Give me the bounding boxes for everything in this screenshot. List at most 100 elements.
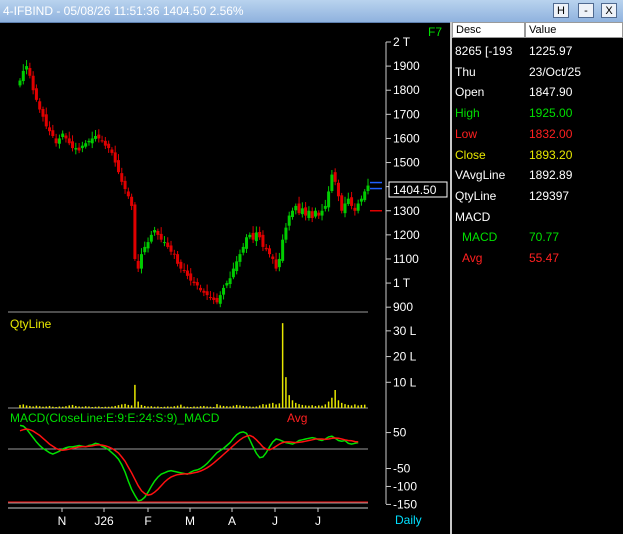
- panel-row: Open 1847.90: [452, 85, 623, 105]
- candle-body: [34, 88, 38, 100]
- candle-body: [238, 254, 242, 262]
- panel-row: Thu 23/Oct/25: [452, 65, 623, 85]
- x-tick-label: F: [144, 514, 151, 528]
- candle-body: [116, 160, 120, 173]
- candle-body: [179, 261, 183, 269]
- candle-body: [57, 138, 61, 144]
- y-tick-label: -50: [393, 461, 411, 475]
- panel-row-desc: 8265 [-193: [455, 44, 513, 58]
- title-bar[interactable]: 4-IFBIND - 05/08/26 11:51:36 1404.50 2.5…: [0, 0, 623, 23]
- y-tick-label: 1900: [393, 59, 420, 73]
- candle-body: [166, 242, 170, 247]
- candle-body: [336, 182, 340, 197]
- chart-area[interactable]: 2 T1900180017001600150014001300120011001…: [0, 22, 450, 534]
- candle-body: [136, 260, 140, 269]
- candle-body: [340, 195, 344, 211]
- panel-row-desc: Open: [455, 85, 485, 100]
- candle-body: [290, 210, 294, 218]
- value-column-header[interactable]: Value: [525, 22, 623, 38]
- panel-row: MACD 70.77: [452, 230, 623, 250]
- desc-column-header[interactable]: Desc: [452, 22, 525, 38]
- candle-body: [110, 149, 114, 153]
- panel-row-desc: Thu: [455, 64, 476, 79]
- candle-body: [327, 191, 331, 208]
- minimize-button[interactable]: -: [578, 3, 594, 18]
- panel-row-desc: Avg: [462, 251, 483, 265]
- panel-row-desc: Low: [455, 126, 478, 141]
- candle-body: [100, 140, 104, 142]
- panel-row: High 1925.00: [452, 106, 623, 126]
- candle-body: [64, 135, 68, 139]
- candle-body: [185, 270, 189, 276]
- candle-body: [274, 259, 278, 269]
- panel-header: Desc Value: [452, 22, 623, 39]
- panel-row-value: 1832.00: [529, 126, 573, 141]
- last-price-label: 1404.50: [393, 183, 437, 197]
- panel-row: Avg 55.47: [452, 251, 623, 271]
- candle-body: [172, 253, 176, 255]
- candle-body: [277, 258, 281, 268]
- candle-body: [320, 210, 324, 216]
- candle-body: [264, 247, 268, 250]
- x-tick-label: N: [58, 514, 67, 528]
- y-tick-label: 900: [393, 300, 413, 314]
- close-button[interactable]: X: [601, 3, 617, 18]
- candle-body: [310, 211, 314, 218]
- candle-body: [87, 140, 91, 143]
- candle-body: [38, 101, 42, 110]
- y-tick-label: 30 L: [393, 324, 417, 338]
- help-button[interactable]: H: [553, 3, 569, 18]
- candle-body: [258, 231, 262, 238]
- panel-row: VAvgLine 1892.89: [452, 168, 623, 188]
- panel-row: MACD: [452, 210, 623, 230]
- panel-row-desc: High: [455, 106, 480, 121]
- candle-body: [123, 180, 127, 190]
- candle-body: [94, 136, 98, 139]
- candle-body: [195, 282, 199, 286]
- candle-body: [80, 145, 84, 149]
- candle-body: [307, 210, 311, 218]
- period-label: Daily: [395, 513, 422, 527]
- candle-body: [231, 268, 235, 278]
- y-tick-label: 1800: [393, 83, 420, 97]
- y-tick-label: 20 L: [393, 350, 417, 364]
- candle-body: [48, 127, 52, 132]
- candle-body: [192, 281, 196, 284]
- chart-svg[interactable]: 2 T1900180017001600150014001300120011001…: [0, 22, 450, 534]
- y-tick-label: 1100: [393, 252, 419, 266]
- panel-row-value: 23/Oct/25: [529, 64, 582, 79]
- y-tick-label: 1700: [393, 107, 420, 121]
- candle-body: [363, 191, 367, 201]
- candle-body: [366, 185, 370, 191]
- x-tick-label: J: [315, 514, 321, 528]
- candle-body: [71, 141, 75, 149]
- panel-row-desc: VAvgLine: [455, 168, 506, 183]
- qty-title: QtyLine: [10, 317, 52, 331]
- candle-body: [84, 143, 88, 147]
- panel-row-desc: MACD: [455, 209, 491, 224]
- candle-body: [225, 283, 229, 286]
- candle-body: [189, 273, 193, 281]
- macd-line: [19, 424, 359, 502]
- candle-body: [103, 140, 107, 146]
- candle-body: [176, 254, 180, 264]
- candle-body: [350, 197, 354, 206]
- panel-row-desc: QtyLine: [455, 188, 497, 203]
- candle-body: [313, 210, 317, 217]
- candle-body: [120, 173, 124, 182]
- candle-body: [248, 234, 252, 238]
- y-tick-label: 1500: [393, 156, 420, 170]
- candle-body: [130, 196, 134, 206]
- candle-body: [113, 152, 117, 163]
- candle-body: [149, 234, 153, 242]
- shortcut-label: F7: [428, 25, 442, 39]
- candle-body: [359, 198, 363, 202]
- x-tick-label: J26: [94, 514, 114, 528]
- candle-body: [41, 109, 45, 117]
- panel-row: 8265 [-193 1225.97: [452, 44, 623, 64]
- candle-body: [284, 227, 288, 240]
- candle-body: [268, 248, 272, 255]
- candle-body: [218, 295, 222, 304]
- candle-body: [235, 261, 239, 272]
- candle-body: [44, 114, 48, 127]
